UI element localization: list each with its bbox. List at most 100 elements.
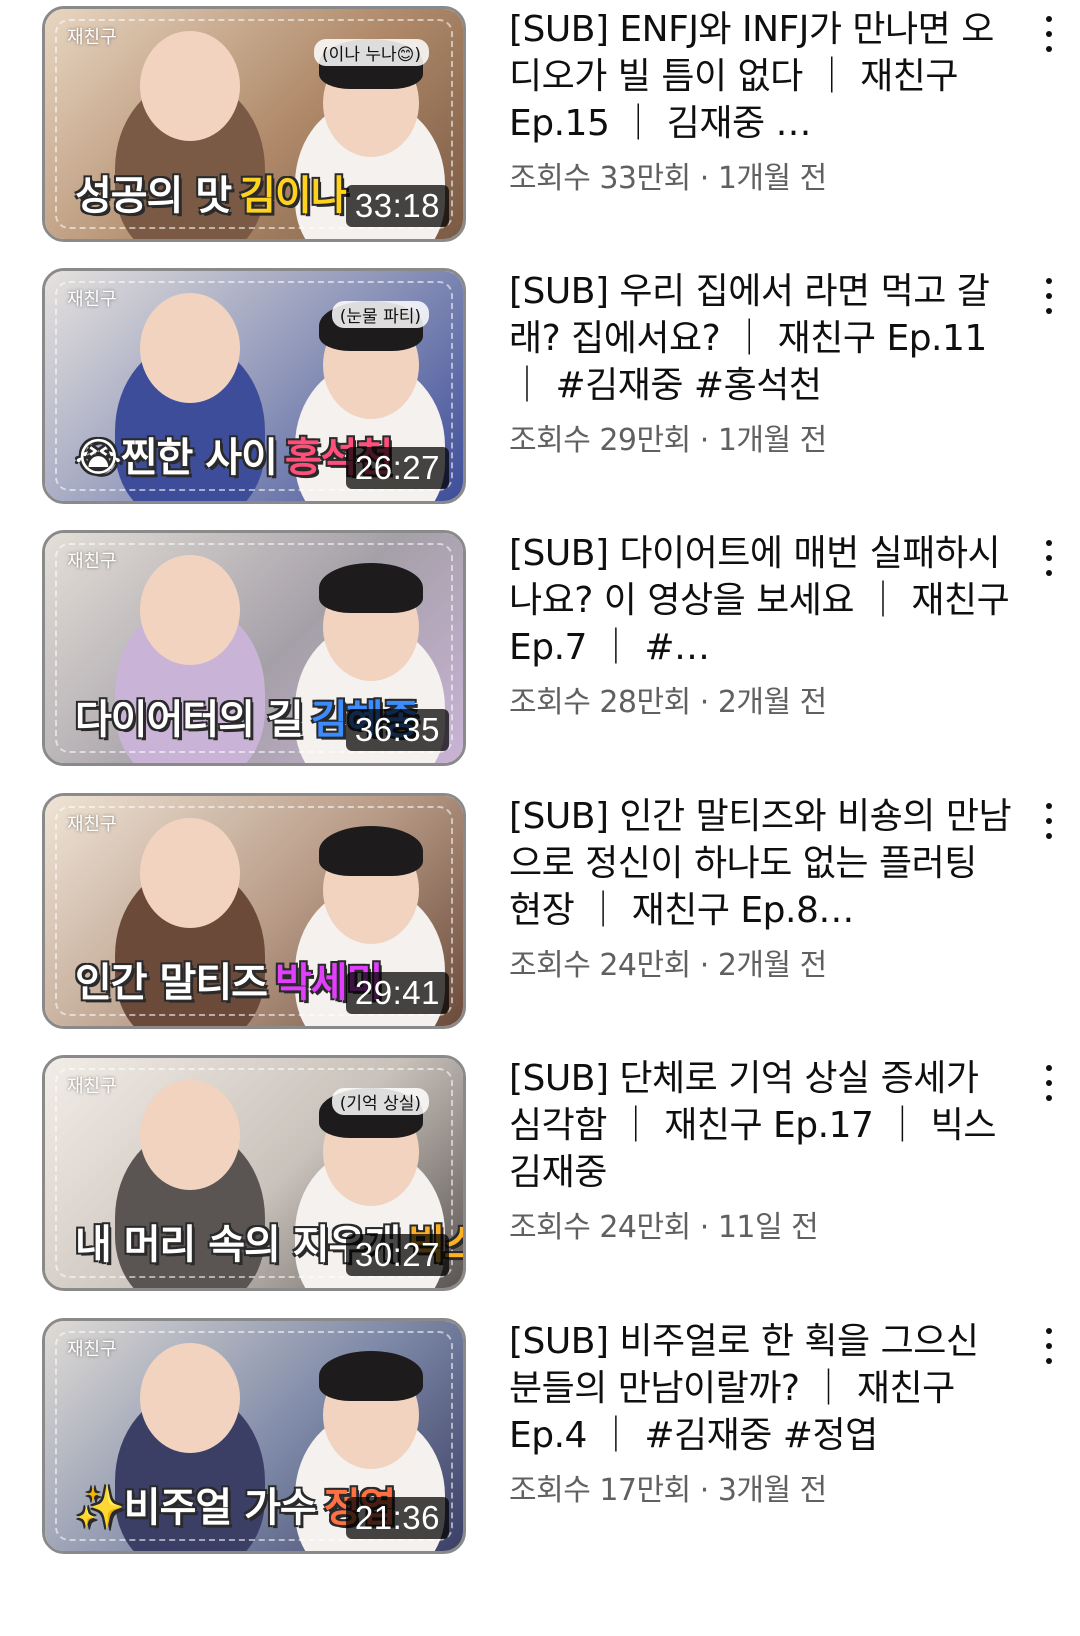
video-title[interactable]: [SUB] 우리 집에서 라면 먹고 갈래? 집에서요? ｜ 재친구 Ep.11… [509,268,1019,409]
view-count: 조회수 24만회 [509,948,691,983]
video-title[interactable]: [SUB] 단체로 기억 상실 증세가 심각함 ｜ 재친구 Ep.17 ｜ 빅스… [509,1055,1019,1196]
view-count: 조회수 29만회 [509,423,691,458]
thumbnail-banner-text: ✨비주얼 가수 [75,1485,317,1531]
video-stats: 조회수 24만회 · 2개월 전 [509,940,1019,984]
video-stats: 조회수 29만회 · 1개월 전 [509,415,1019,459]
dot [1046,818,1052,824]
thumbnail-watermark: 재친구 [67,551,117,572]
vertical-dots-icon [1046,540,1052,576]
thumbnail-banner-text: 인간 말티즈 [75,960,268,1006]
view-count: 조회수 28만회 [509,685,691,720]
dot [1046,308,1052,314]
dot [1046,16,1052,22]
upload-age: 11일 전 [717,1210,819,1245]
video-item[interactable]: 재친구✨비주얼 가수정엽21:36[SUB] 비주얼로 한 획을 그으신 분들의… [0,1318,1080,1558]
dot [1046,293,1052,299]
video-title[interactable]: [SUB] 비주얼로 한 획을 그으신 분들의 만남이랄까? ｜ 재친구 Ep.… [509,1318,1019,1459]
duration-badge: 36:35 [345,709,449,751]
video-title[interactable]: [SUB] 인간 말티즈와 비숑의 만남으로 정신이 하나도 없는 플러팅 현장… [509,793,1019,934]
dot [1046,803,1052,809]
stats-separator: · [690,948,718,983]
dot [1046,555,1052,561]
thumbnail-watermark: 재친구 [67,1076,117,1097]
dot [1046,278,1052,284]
more-options-button[interactable] [1034,1324,1064,1368]
more-options-button[interactable] [1034,536,1064,580]
vertical-dots-icon [1046,803,1052,839]
dot [1046,540,1052,546]
video-thumbnail[interactable]: 재친구인간 말티즈 박세미 29:41 [42,793,466,1029]
video-item[interactable]: 재친구(기억 상실)내 머리 속의 지우개빅스30:27[SUB] 단체로 기억… [0,1055,1080,1295]
video-item[interactable]: 재친구다이어터의 길김혜종36:35[SUB] 다이어트에 매번 실패하시나요?… [0,530,1080,770]
video-item[interactable]: 재친구 (눈물 파티) 😭찐한 사이 홍석천 26:27 [SUB] 우리 집에서 라면 … [0,268,1080,508]
video-thumbnail[interactable]: 재친구✨비주얼 가수정엽21:36 [42,1318,466,1554]
video-item[interactable]: 재친구 (이나 누나😊) 성공의 맛 김이나 33:18 [SUB] ENFJ와 INFJ… [0,6,1080,246]
video-thumbnail[interactable]: 재친구다이어터의 길김혜종36:35 [42,530,466,766]
video-thumbnail[interactable]: 재친구 (눈물 파티) 😭찐한 사이 홍석천 26:27 [42,268,466,504]
view-count: 조회수 17만회 [509,1473,691,1508]
video-title[interactable]: [SUB] 다이어트에 매번 실패하시나요? 이 영상을 보세요 ｜ 재친구 E… [509,530,1019,671]
dot [1046,1080,1052,1086]
thumbnail-watermark: 재친구 [67,27,117,48]
more-options-button[interactable] [1034,274,1064,318]
view-count: 조회수 24만회 [509,1210,691,1245]
upload-age: 1개월 전 [717,423,827,458]
dot [1046,1328,1052,1334]
vertical-dots-icon [1046,1065,1052,1101]
upload-age: 2개월 전 [717,685,827,720]
video-meta: [SUB] ENFJ와 INFJ가 만나면 오디오가 빌 틈이 없다 ｜ 재친구… [509,6,1019,197]
duration-badge: 21:36 [345,1497,449,1539]
stats-separator: · [690,685,718,720]
video-meta: [SUB] 우리 집에서 라면 먹고 갈래? 집에서요? ｜ 재친구 Ep.11… [509,268,1019,459]
dot [1046,1065,1052,1071]
duration-badge: 30:27 [345,1234,449,1276]
video-stats: 조회수 33만회 · 1개월 전 [509,153,1019,197]
vertical-dots-icon [1046,1328,1052,1364]
view-count: 조회수 33만회 [509,161,691,196]
duration-badge: 29:41 [345,972,449,1014]
video-stats: 조회수 24만회 · 11일 전 [509,1202,1019,1246]
vertical-dots-icon [1046,278,1052,314]
thumbnail-banner: 인간 말티즈 박세미 [75,950,383,1008]
dot [1046,1343,1052,1349]
thumbnail-watermark: 재친구 [67,1339,117,1360]
video-thumbnail[interactable]: 재친구(기억 상실)내 머리 속의 지우개빅스30:27 [42,1055,466,1291]
thumbnail-banner: 😭찐한 사이 홍석천 [75,425,393,483]
thumbnail-banner-text: 😭찐한 사이 [75,435,278,481]
duration-badge: 26:27 [345,447,449,489]
video-stats: 조회수 28만회 · 2개월 전 [509,677,1019,721]
video-meta: [SUB] 다이어트에 매번 실패하시나요? 이 영상을 보세요 ｜ 재친구 E… [509,530,1019,721]
video-stats: 조회수 17만회 · 3개월 전 [509,1465,1019,1509]
more-options-button[interactable] [1034,799,1064,843]
dot [1046,833,1052,839]
thumbnail-banner-text: 다이어터의 길 [75,697,304,743]
video-title[interactable]: [SUB] ENFJ와 INFJ가 만나면 오디오가 빌 틈이 없다 ｜ 재친구… [509,6,1019,147]
stats-separator: · [690,423,718,458]
thumbnail-banner-text: 성공의 맛 [75,173,232,219]
more-options-button[interactable] [1034,12,1064,56]
upload-age: 3개월 전 [717,1473,827,1508]
dot [1046,31,1052,37]
thumbnail-tag: (이나 누나😊) [314,39,429,66]
thumbnail-tag: (눈물 파티) [331,301,429,328]
dot [1046,1358,1052,1364]
thumbnail-tag: (기억 상실) [331,1088,429,1115]
thumbnail-banner-highlight: 김이나 [239,173,347,219]
video-thumbnail[interactable]: 재친구 (이나 누나😊) 성공의 맛 김이나 33:18 [42,6,466,242]
thumbnail-banner: 성공의 맛 김이나 [75,163,348,221]
stats-separator: · [690,161,718,196]
upload-age: 1개월 전 [717,161,827,196]
dot [1046,1095,1052,1101]
duration-badge: 33:18 [345,185,449,227]
vertical-dots-icon [1046,16,1052,52]
stats-separator: · [690,1210,718,1245]
upload-age: 2개월 전 [717,948,827,983]
video-meta: [SUB] 비주얼로 한 획을 그으신 분들의 만남이랄까? ｜ 재친구 Ep.… [509,1318,1019,1509]
dot [1046,570,1052,576]
thumbnail-watermark: 재친구 [67,289,117,310]
video-item[interactable]: 재친구인간 말티즈 박세미 29:41 [SUB] 인간 말티즈와 비숑의 만남으로 … [0,793,1080,1033]
video-meta: [SUB] 단체로 기억 상실 증세가 심각함 ｜ 재친구 Ep.17 ｜ 빅스… [509,1055,1019,1246]
video-meta: [SUB] 인간 말티즈와 비숑의 만남으로 정신이 하나도 없는 플러팅 현장… [509,793,1019,984]
more-options-button[interactable] [1034,1061,1064,1105]
thumbnail-watermark: 재친구 [67,814,117,835]
